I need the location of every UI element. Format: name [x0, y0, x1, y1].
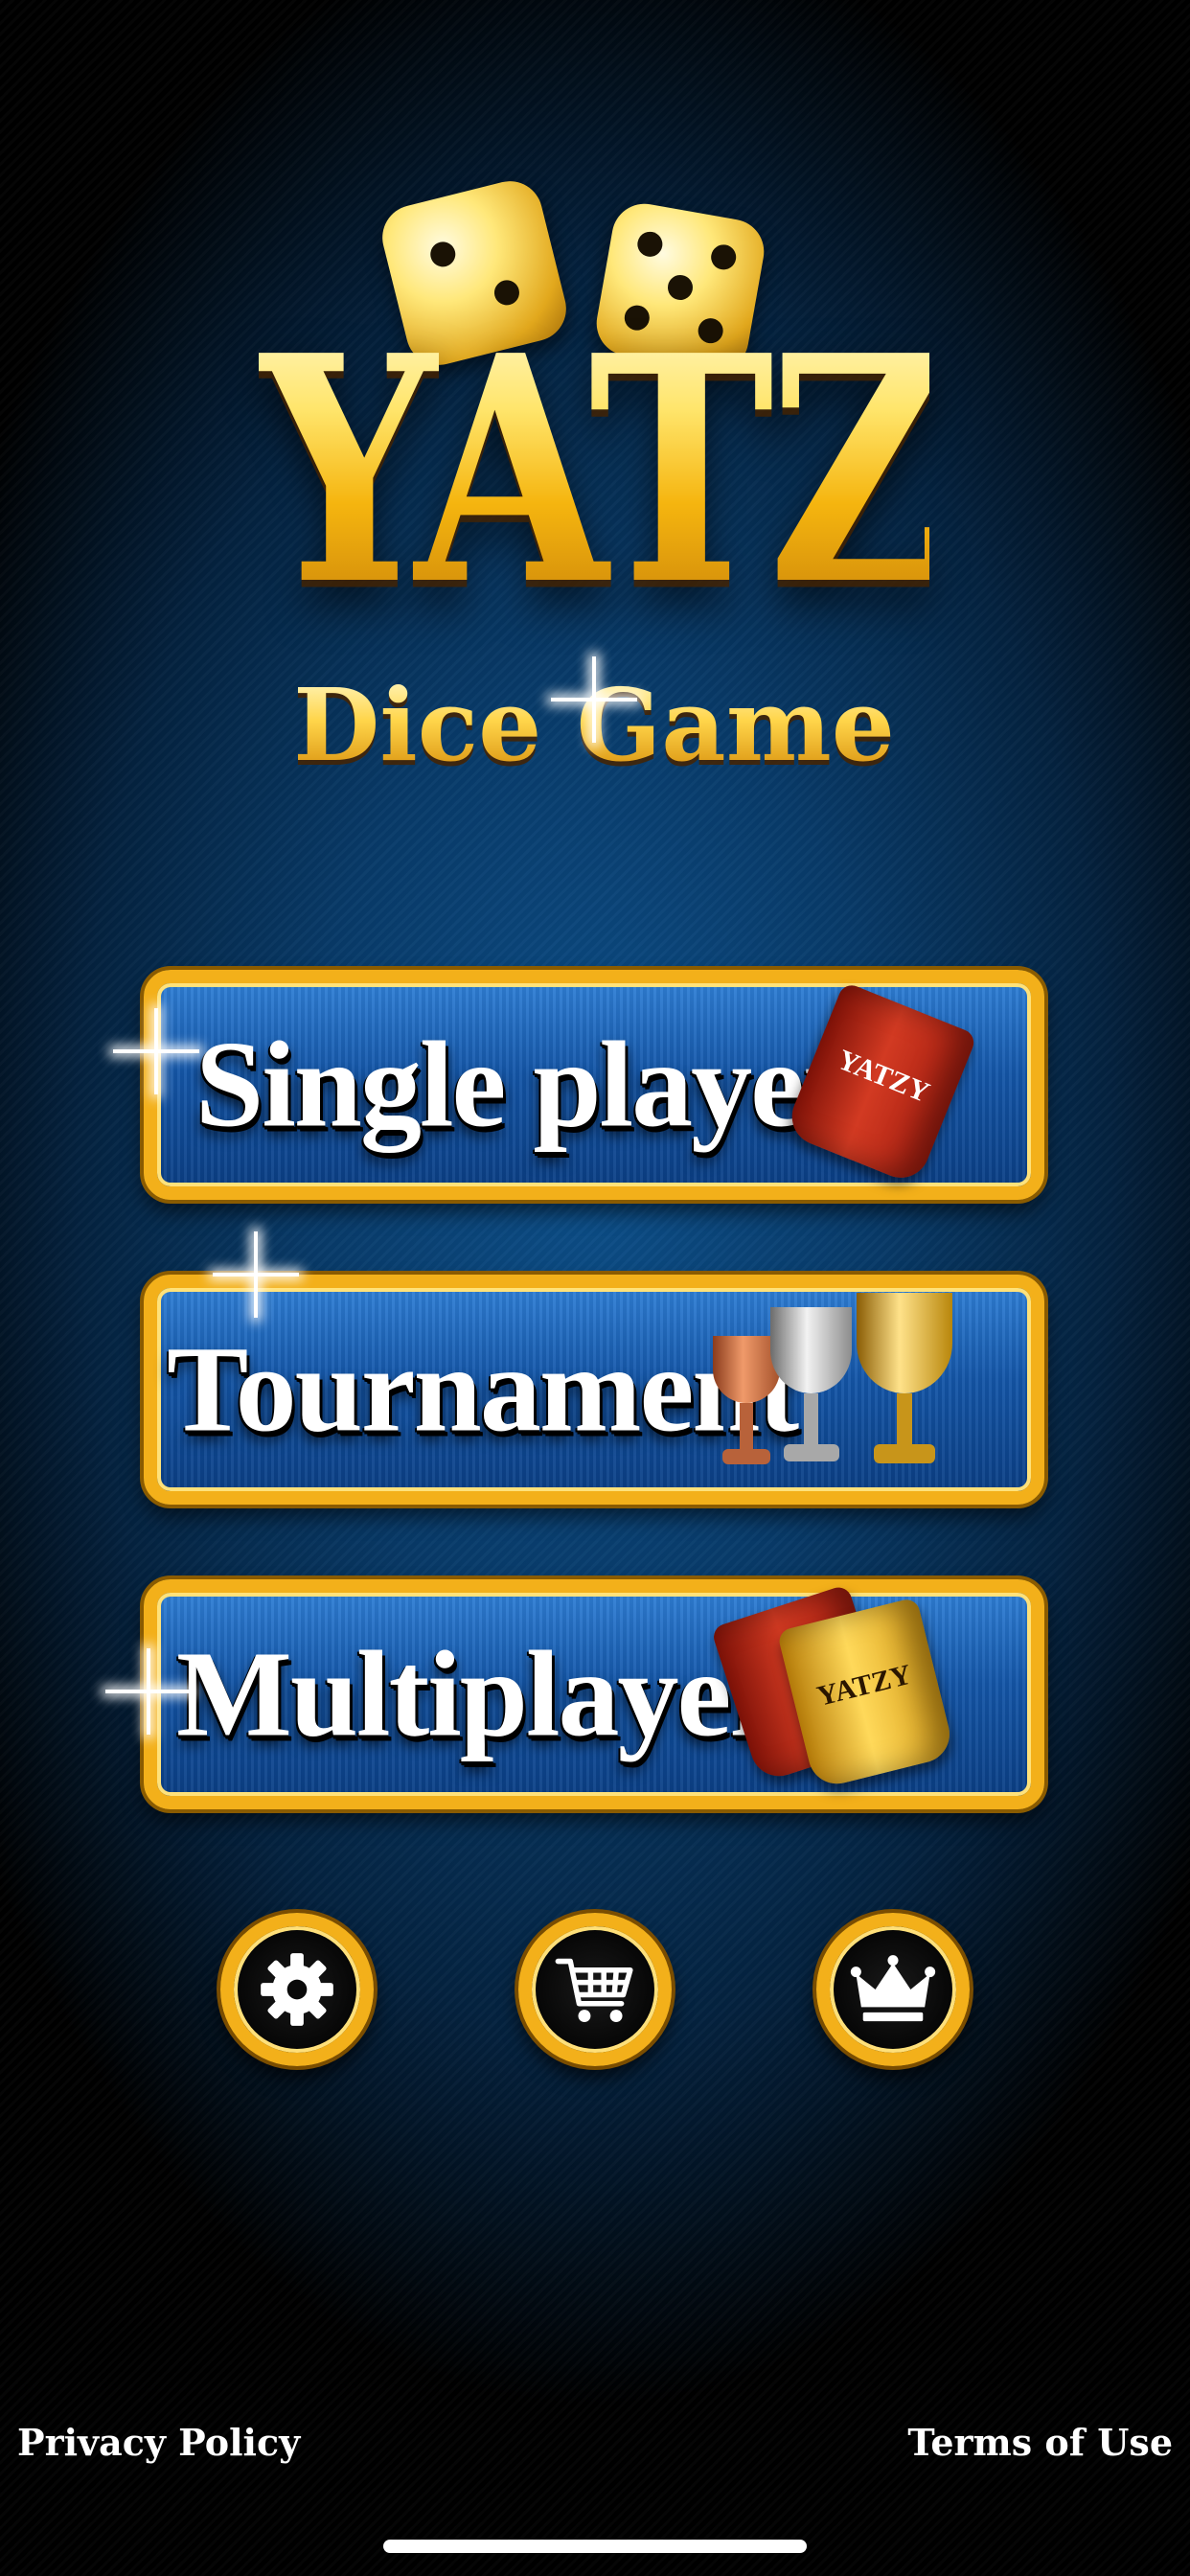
- tournament-label: Tournament: [167, 1321, 799, 1458]
- privacy-policy-link[interactable]: Privacy Policy: [17, 2421, 300, 2464]
- cart-icon: [555, 1958, 633, 2023]
- red-dice-cup-icon: YATZY: [783, 981, 978, 1186]
- logo-title: YATZY: [259, 288, 1122, 655]
- game-logo: YATZY Dice Game: [259, 172, 1122, 795]
- cup-label: YATZY: [833, 1044, 934, 1110]
- leaderboard-button[interactable]: [816, 1913, 970, 2066]
- tournament-button[interactable]: Tournament: [144, 1275, 1044, 1505]
- multiplayer-button[interactable]: Multiplayer YATZY: [144, 1579, 1044, 1809]
- multiplayer-label: Multiplayer: [176, 1625, 784, 1762]
- home-indicator[interactable]: [383, 2540, 807, 2553]
- single-player-button[interactable]: Single player YATZY: [144, 970, 1044, 1200]
- single-player-label: Single player: [195, 1016, 858, 1153]
- gear-icon: [261, 1953, 333, 2026]
- crown-icon: [850, 1955, 936, 2022]
- shop-button[interactable]: [518, 1913, 672, 2066]
- cup-label: YATZY: [813, 1658, 915, 1713]
- logo-subtitle: Dice Game: [259, 676, 929, 775]
- terms-of-use-link[interactable]: Terms of Use: [907, 2421, 1173, 2464]
- settings-button[interactable]: [220, 1913, 374, 2066]
